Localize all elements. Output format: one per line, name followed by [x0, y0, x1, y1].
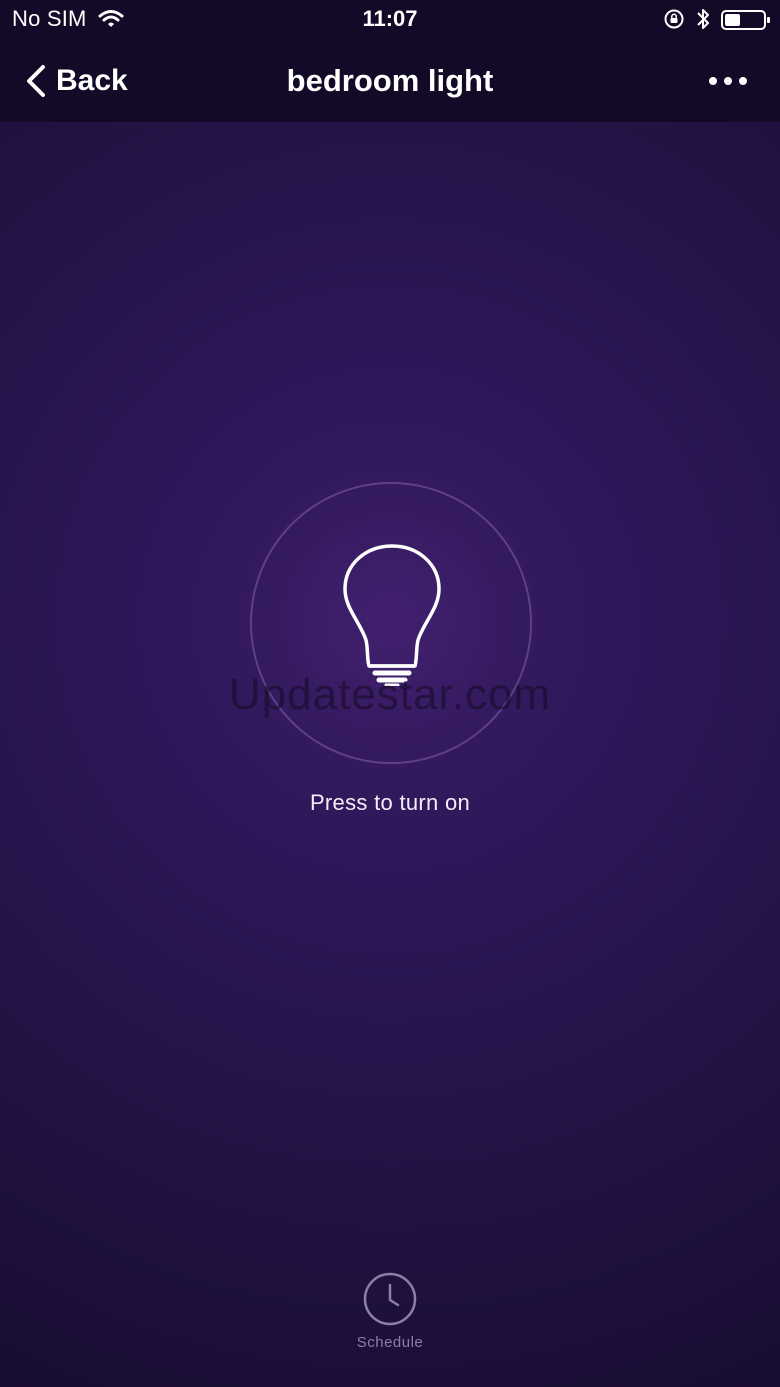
chevron-left-icon	[27, 65, 45, 97]
clock-icon	[363, 1272, 417, 1326]
bluetooth-icon	[697, 9, 709, 29]
schedule-label: Schedule	[356, 1334, 424, 1351]
orientation-lock-icon	[664, 9, 684, 29]
status-bar: No SIM 11:07	[0, 0, 780, 40]
back-label: Back	[56, 64, 128, 97]
back-button[interactable]: Back	[24, 60, 128, 102]
bulb-icon	[343, 544, 441, 686]
page-title: bedroom light	[286, 63, 494, 98]
navigation-bar: Back bedroom light	[0, 40, 780, 122]
schedule-button[interactable]: Schedule	[340, 1268, 440, 1358]
power-toggle-button[interactable]	[250, 482, 532, 764]
device-screen: No SIM 11:07 Back bedroom light Updatest…	[0, 0, 780, 1387]
watermark-text: Updatestar.com	[228, 670, 552, 719]
power-hint-label: Press to turn on	[309, 790, 471, 815]
more-dots-icon	[709, 77, 747, 85]
battery-icon	[721, 10, 770, 30]
more-options-button[interactable]	[700, 60, 756, 102]
